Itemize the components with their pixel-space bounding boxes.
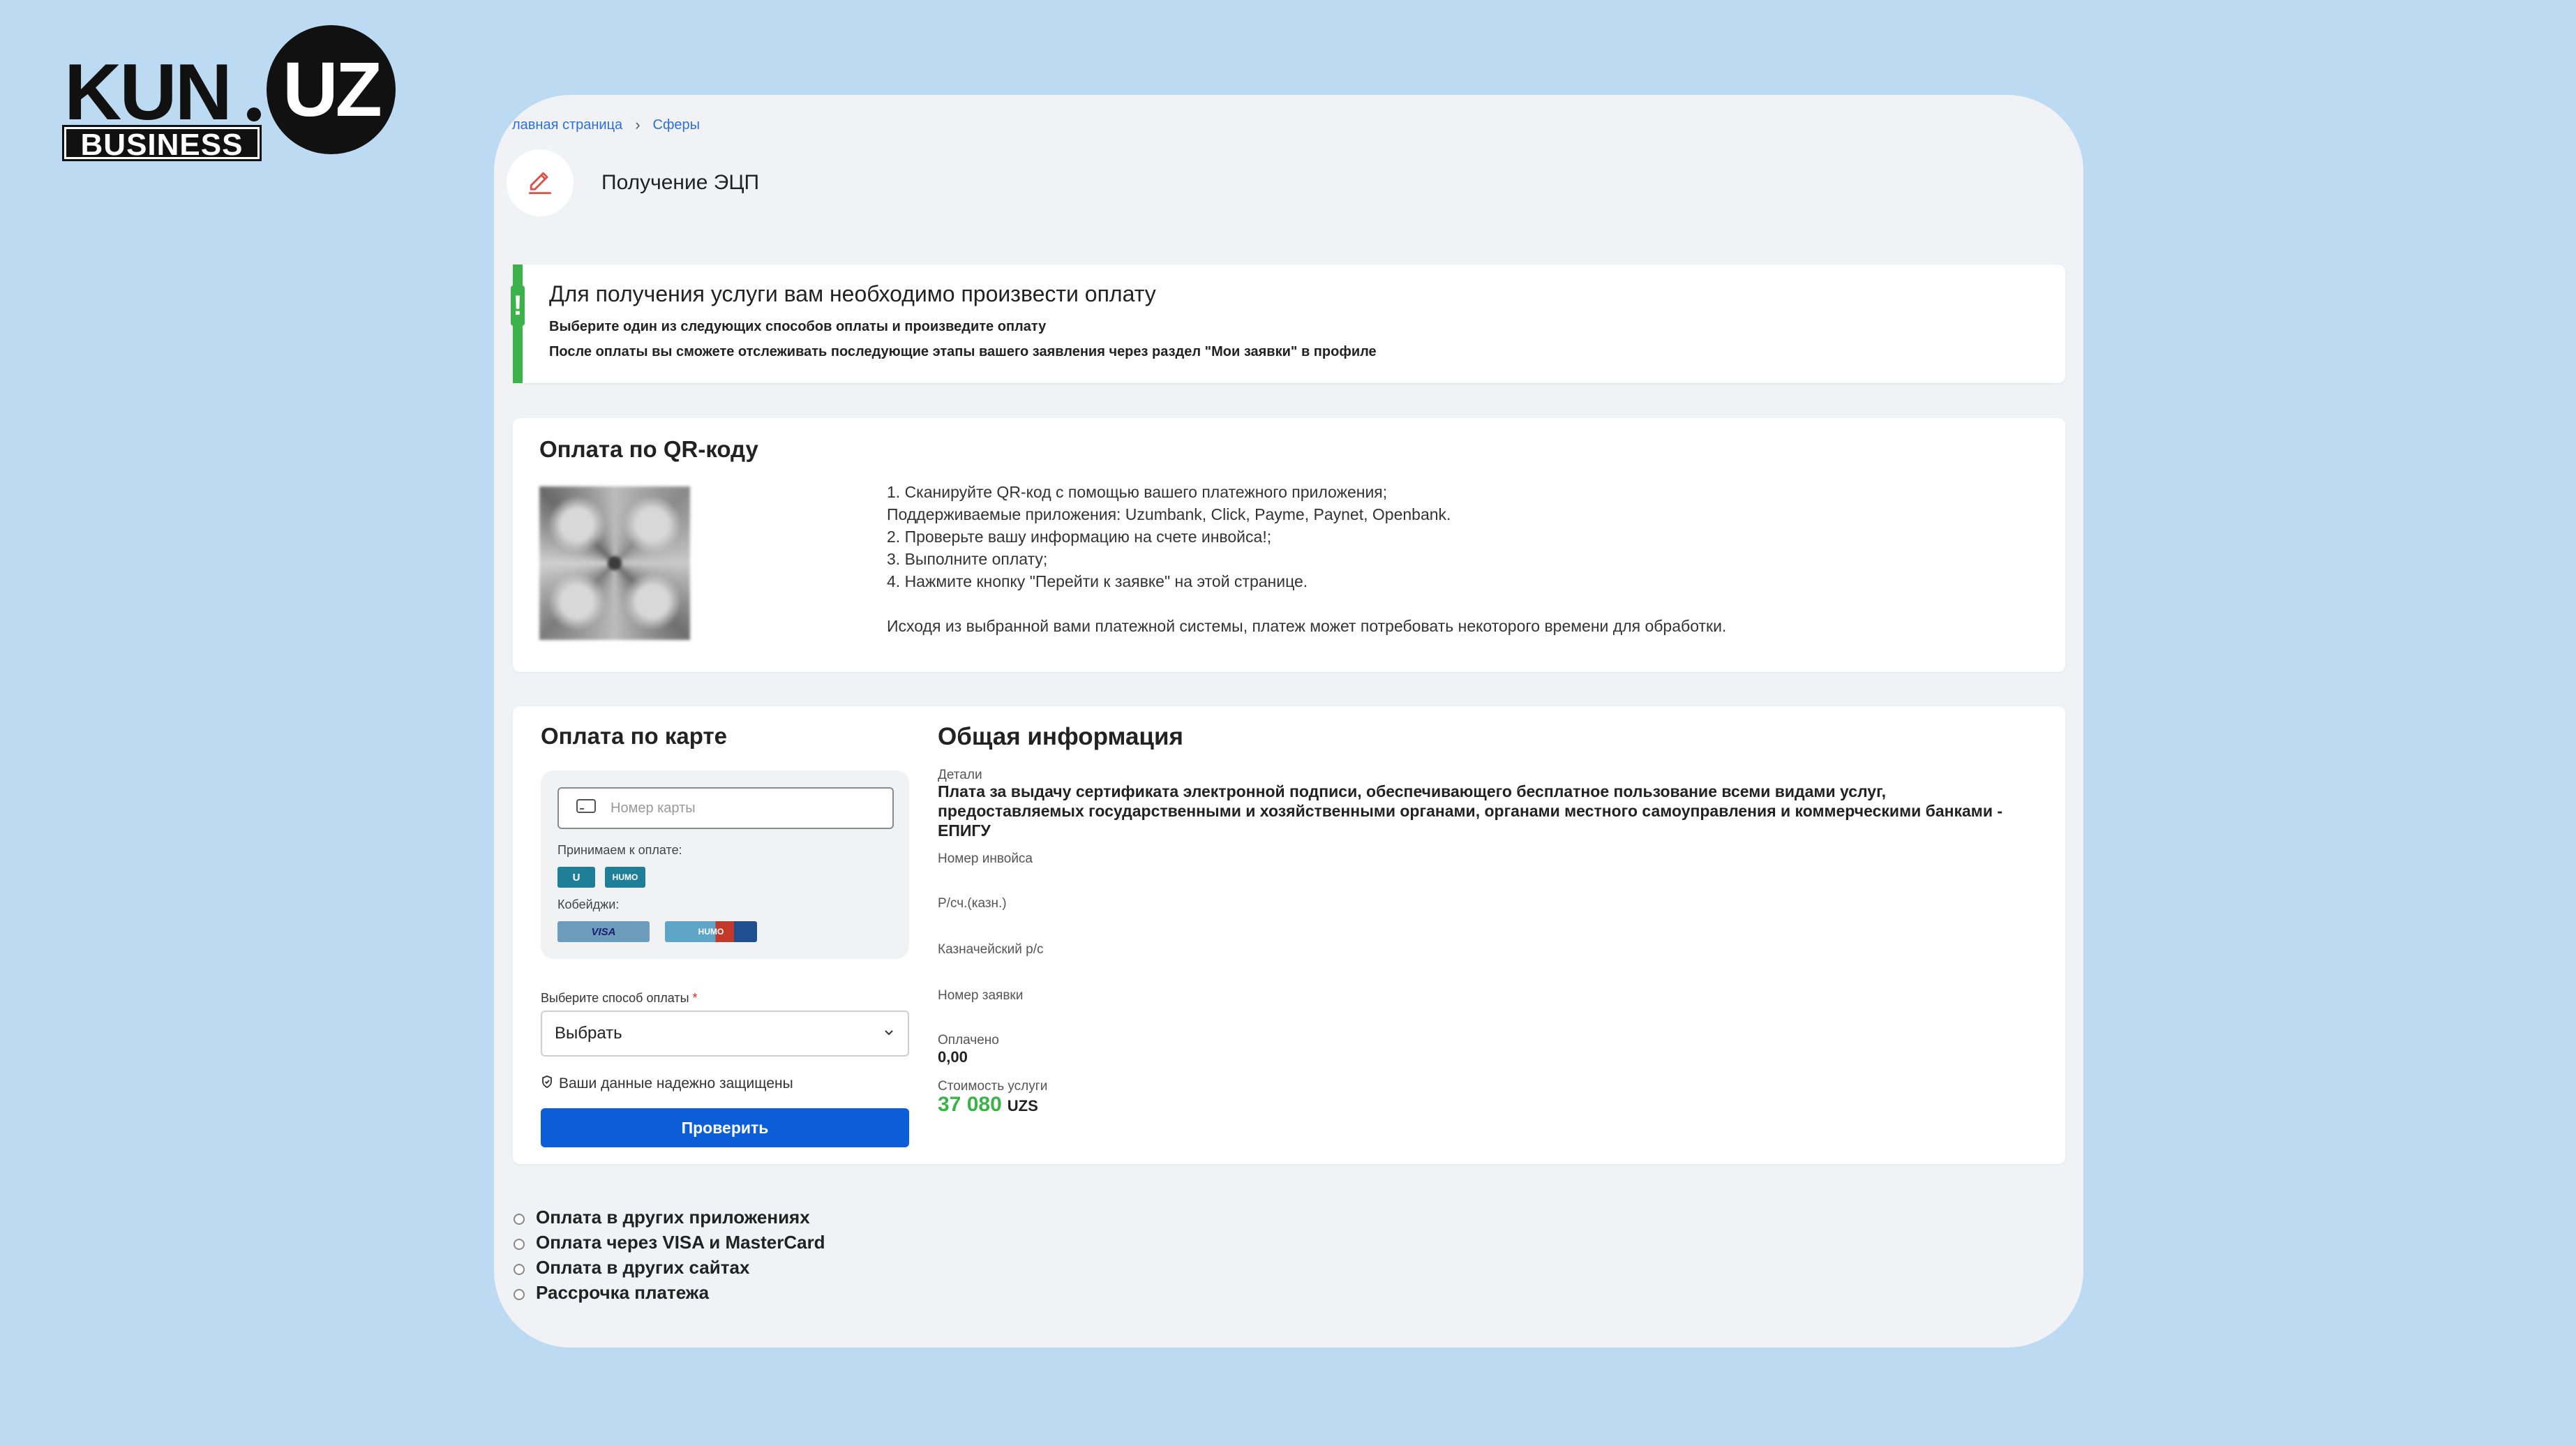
radio-button[interactable] — [514, 1264, 525, 1275]
kun-uz-business-logo: KUN UZ BUSINESS — [62, 25, 399, 161]
page-title: Получение ЭЦП — [601, 171, 760, 194]
payment-option-label: Оплата через VISA и MasterCard — [536, 1231, 825, 1253]
shield-icon — [541, 1075, 553, 1093]
general-info-title: Общая информация — [938, 723, 1183, 750]
qr-step: 1. Сканируйте QR-код с помощью вашего пл… — [887, 483, 1388, 501]
required-asterisk: * — [692, 991, 698, 1005]
qr-note: Исходя из выбранной вами платежной систе… — [887, 617, 1727, 635]
payment-option-radio[interactable]: Оплата в других приложениях — [514, 1205, 825, 1230]
check-button[interactable]: Проверить — [541, 1108, 909, 1147]
qr-payment-card: Оплата по QR-коду 1. Сканируйте QR-код с… — [513, 418, 2065, 672]
logo-kun-text: KUN — [64, 48, 232, 137]
paid-label: Оплачено — [938, 1033, 999, 1048]
payment-option-label: Рассрочка платежа — [536, 1281, 710, 1303]
other-payment-options: Оплата в других приложениях Оплата через… — [514, 1205, 825, 1305]
payment-option-radio[interactable]: Оплата в других сайтах — [514, 1255, 825, 1280]
service-cost-label: Стоимость услуги — [938, 1079, 1048, 1094]
chevron-down-icon — [883, 1024, 895, 1043]
credit-card-icon — [576, 798, 597, 819]
card-number-placeholder: Номер карты — [611, 800, 696, 816]
payment-required-notice: ! Для получения услуги вам необходимо пр… — [511, 264, 2065, 383]
qr-step: Поддерживаемые приложения: Uzumbank, Cli… — [887, 505, 1451, 523]
uzcard-logo: U — [557, 867, 595, 888]
payment-option-label: Оплата в других сайтах — [536, 1256, 750, 1278]
logo-business-text: BUSINESS — [62, 125, 262, 161]
radio-button[interactable] — [514, 1239, 525, 1250]
chevron-right-icon: › — [635, 116, 641, 133]
humo-unionpay-logo: HUMO — [665, 921, 757, 942]
exclamation-icon: ! — [511, 285, 525, 326]
signature-pen-icon — [507, 149, 574, 216]
radio-button[interactable] — [514, 1214, 525, 1225]
payment-method-label-text: Выберите способ оплаты — [541, 991, 689, 1005]
currency-label: UZS — [1007, 1097, 1038, 1115]
details-label: Детали — [938, 768, 982, 782]
card-payment-title: Оплата по карте — [541, 723, 727, 749]
payment-option-radio[interactable]: Рассрочка платежа — [514, 1280, 825, 1305]
qr-instructions: 1. Сканируйте QR-код с помощью вашего пл… — [887, 481, 1726, 637]
notice-title: Для получения услуги вам необходимо прои… — [549, 281, 1156, 306]
service-cost: 37 080 UZS — [938, 1093, 1038, 1117]
notice-line-2: После оплаты вы сможете отслеживать посл… — [549, 344, 1377, 359]
card-form: Номер карты Принимаем к оплате: U HUMO К… — [541, 770, 909, 959]
breadcrumb-current-link[interactable]: Сферы — [653, 117, 701, 133]
breadcrumb-home-link[interactable]: лавная страница — [512, 117, 622, 133]
breadcrumb: лавная страница › Сферы — [512, 116, 700, 134]
payment-method-label: Выберите способ оплаты * — [541, 991, 698, 1006]
qr-step: 3. Выполните оплату; — [887, 550, 1048, 568]
uzcard-visa-logo: VISA — [557, 921, 650, 942]
card-number-input[interactable]: Номер карты — [557, 787, 894, 829]
logo-dot — [247, 107, 261, 121]
qr-payment-title: Оплата по QR-коду — [539, 436, 758, 462]
details-value: Плата за выдачу сертификата электронной … — [938, 782, 2003, 840]
logo-uz-circle: UZ — [267, 25, 396, 154]
payment-option-label: Оплата в других приложениях — [536, 1206, 810, 1228]
qr-step: 2. Проверьте вашу информацию на счете ин… — [887, 528, 1272, 546]
treasury-account-label: Казначейский р/с — [938, 942, 1044, 957]
payment-option-radio[interactable]: Оплата через VISA и MasterCard — [514, 1230, 825, 1255]
page-header: Получение ЭЦП — [507, 149, 759, 216]
payment-method-value: Выбрать — [555, 1024, 622, 1043]
radio-button[interactable] — [514, 1289, 525, 1300]
application-number-label: Номер заявки — [938, 988, 1024, 1003]
qr-step: 4. Нажмите кнопку "Перейти к заявке" на … — [887, 572, 1308, 590]
accepted-label: Принимаем к оплате: — [557, 843, 682, 857]
secure-text: Ваши данные надежно защищены — [559, 1075, 793, 1091]
card-payment-card: Оплата по карте Номер карты Принимаем к … — [513, 706, 2065, 1164]
humo-logo: HUMO — [605, 867, 645, 888]
invoice-number-label: Номер инвойса — [938, 851, 1033, 866]
notice-line-1: Выберите один из следующих способов опла… — [549, 319, 1047, 334]
app-screenshot-frame: лавная страница › Сферы Получение ЭЦП ! … — [494, 95, 2083, 1348]
service-cost-value: 37 080 — [938, 1093, 1002, 1116]
payment-method-select[interactable]: Выбрать — [541, 1011, 909, 1057]
qr-code-image — [539, 486, 690, 640]
cobadge-label: Кобейджи: — [557, 897, 620, 911]
paid-value: 0,00 — [938, 1048, 968, 1066]
account-label: Р/сч.(казн.) — [938, 896, 1007, 911]
secure-notice: Ваши данные надежно защищены — [541, 1075, 793, 1093]
